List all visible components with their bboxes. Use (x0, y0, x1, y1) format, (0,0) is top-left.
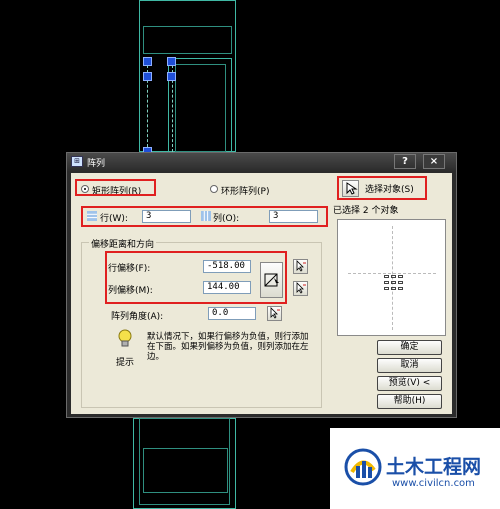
lightbulb-icon (118, 329, 132, 347)
grip-handle[interactable] (167, 72, 176, 81)
dialog-title: 阵列 (87, 159, 106, 169)
columns-icon (201, 211, 211, 221)
grip-handle[interactable] (143, 57, 152, 66)
preview-cell (384, 287, 389, 290)
row-offset-input[interactable]: -518.00 (203, 260, 251, 273)
preview-cell (398, 275, 403, 278)
preview-button[interactable]: 预览(V) < (377, 376, 442, 391)
angle-label: 阵列角度(A): (111, 312, 164, 322)
help-button[interactable]: 帮助(H) (377, 394, 442, 409)
offset-group-title: 偏移距离和方向 (89, 237, 157, 250)
preview-axis-v (392, 226, 393, 330)
drawing-frame-header (143, 26, 232, 54)
preview-cell (391, 275, 396, 278)
brand-logo-icon (344, 448, 382, 486)
tip-label: 提示 (116, 358, 135, 368)
row-offset-label: 行偏移(F): (108, 264, 151, 274)
columns-label: 列(O): (213, 214, 240, 224)
dialog-titlebar[interactable]: ⊞ 阵列 ? × (67, 153, 456, 171)
watermark: 土木工程网 www.civilcn.com (330, 428, 500, 509)
grip-handle[interactable] (143, 72, 152, 81)
rect-array-highlight (75, 179, 156, 196)
pick-col-offset-button[interactable] (293, 281, 308, 296)
tip-text: 默认情况下，如果行偏移为负值，则行添加在下面。如果列偏移为负值，则列添加在左边。 (147, 332, 309, 362)
rows-input[interactable]: 3 (142, 210, 191, 223)
angle-input[interactable]: 0.0 (208, 307, 256, 320)
preview-cell (391, 281, 396, 284)
preview-cell (398, 287, 403, 290)
columns-input[interactable]: 3 (269, 210, 318, 223)
close-icon[interactable]: × (423, 154, 445, 169)
polar-array-radio[interactable] (210, 185, 218, 193)
drawing-frame-bottom-mid (143, 448, 228, 493)
preview-cell (384, 281, 389, 284)
pick-both-offsets-button[interactable] (260, 262, 283, 298)
preview-cell (391, 287, 396, 290)
rows-icon (87, 211, 97, 221)
help-icon[interactable]: ? (394, 154, 416, 169)
array-app-icon: ⊞ (71, 156, 83, 167)
selected-count-text: 已选择 2 个对象 (333, 206, 399, 216)
grip-handle[interactable] (167, 57, 176, 66)
brand-url: www.civilcn.com (392, 478, 475, 489)
array-preview (337, 219, 446, 336)
pick-angle-button[interactable] (267, 306, 282, 321)
cancel-button[interactable]: 取消 (377, 358, 442, 373)
col-offset-label: 列偏移(M): (108, 286, 153, 296)
polar-array-label[interactable]: 环形阵列(P) (221, 184, 269, 197)
pick-row-offset-button[interactable] (293, 259, 308, 274)
col-offset-input[interactable]: 144.00 (203, 281, 251, 294)
drawing-frame-inner2 (175, 64, 226, 152)
pick-point-icon (296, 260, 306, 272)
pick-point-icon (270, 307, 280, 319)
ok-button[interactable]: 确定 (377, 340, 442, 355)
preview-cell (384, 275, 389, 278)
dialog-body: 矩形阵列(R) 环形阵列(P) 选择对象(S) 已选择 2 个对象 行(W): … (71, 173, 452, 414)
preview-cell (398, 281, 403, 284)
brand-name: 土木工程网 (386, 456, 482, 478)
pick-offset-icon (264, 273, 279, 287)
pick-point-icon (296, 282, 306, 294)
rows-label: 行(W): (100, 214, 128, 224)
array-dialog: ⊞ 阵列 ? × 矩形阵列(R) 环形阵列(P) 选择对象(S) 已选择 2 个… (66, 152, 457, 418)
select-objects-highlight (337, 176, 427, 200)
